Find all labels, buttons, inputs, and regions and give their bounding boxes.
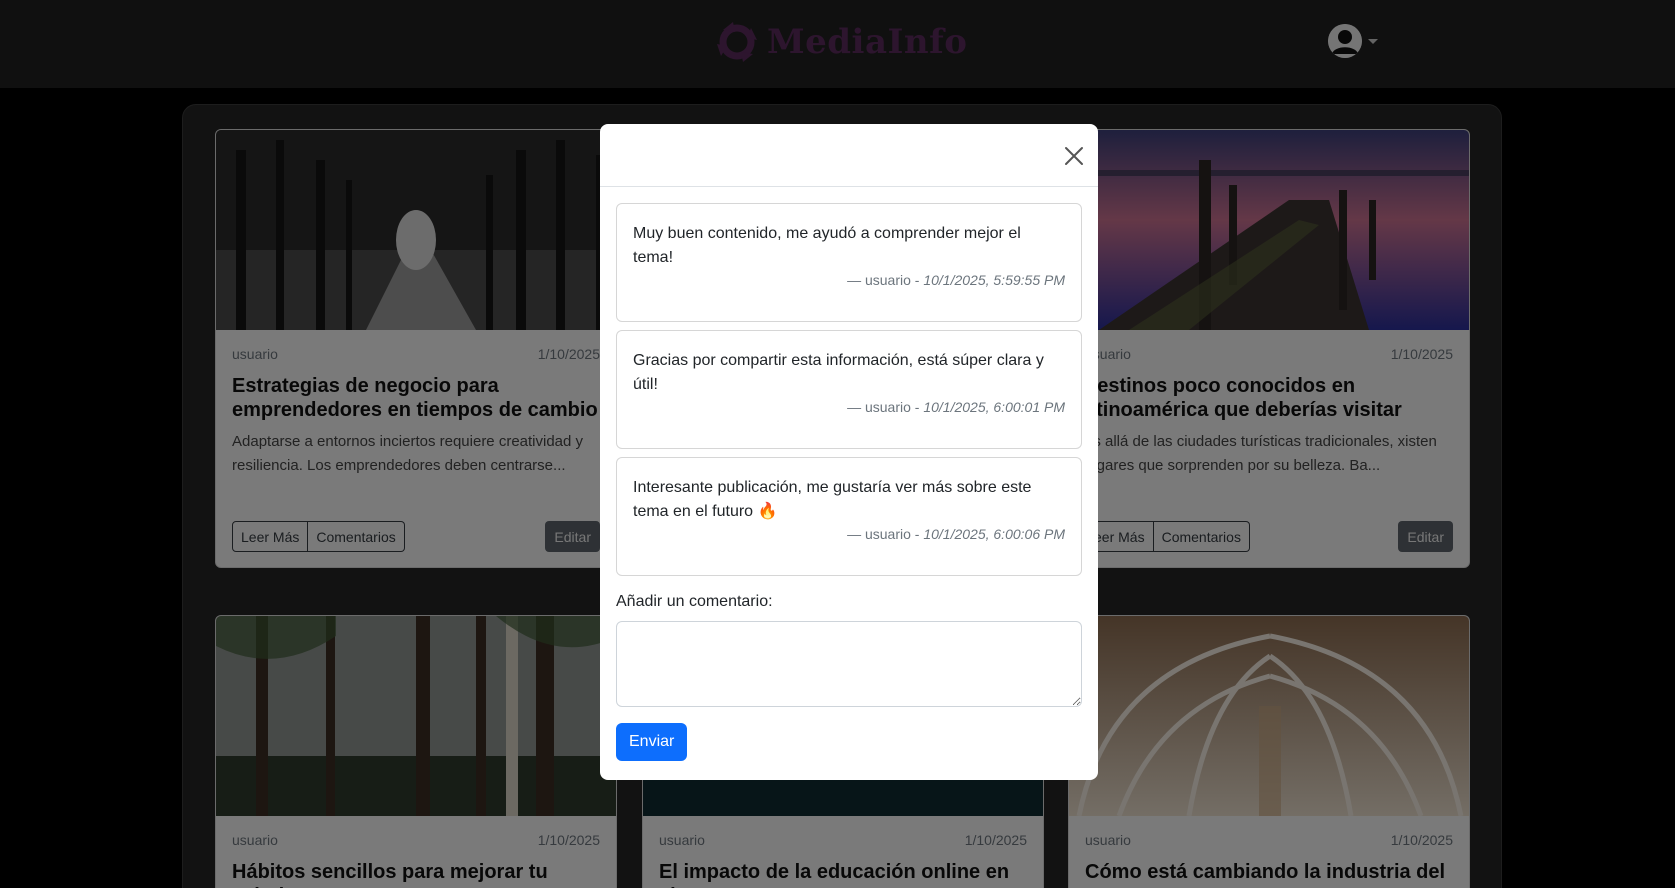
- comment-text: Gracias por compartir esta información, …: [633, 352, 1044, 393]
- comment-card: Interesante publicación, me gustaría ver…: [616, 457, 1082, 576]
- comment-time: 10/1/2025, 6:00:06 PM: [923, 526, 1065, 542]
- comment-text: Muy buen contenido, me ayudó a comprende…: [633, 225, 1021, 266]
- comment-time: 10/1/2025, 6:00:01 PM: [923, 399, 1065, 415]
- comment-footer: — usuario - 10/1/2025, 6:00:06 PM: [633, 526, 1065, 542]
- comments-modal: Muy buen contenido, me ayudó a comprende…: [600, 124, 1098, 780]
- comment-author: — usuario -: [847, 272, 924, 288]
- submit-comment-button[interactable]: Enviar: [616, 723, 688, 761]
- modal-body: Muy buen contenido, me ayudó a comprende…: [600, 187, 1098, 777]
- comment-card: Gracias por compartir esta información, …: [616, 330, 1082, 449]
- add-comment-label: Añadir un comentario:: [616, 593, 773, 610]
- close-icon[interactable]: [1062, 144, 1086, 168]
- comment-textarea[interactable]: [616, 621, 1082, 707]
- comment-footer: — usuario - 10/1/2025, 5:59:55 PM: [633, 272, 1065, 288]
- comment-text: Interesante publicación, me gustaría ver…: [633, 479, 1032, 520]
- comment-author: — usuario -: [847, 399, 924, 415]
- comment-author: — usuario -: [847, 526, 924, 542]
- comment-card: Muy buen contenido, me ayudó a comprende…: [616, 203, 1082, 322]
- comment-footer: — usuario - 10/1/2025, 6:00:01 PM: [633, 399, 1065, 415]
- modal-header: [600, 124, 1098, 187]
- comment-time: 10/1/2025, 5:59:55 PM: [923, 272, 1065, 288]
